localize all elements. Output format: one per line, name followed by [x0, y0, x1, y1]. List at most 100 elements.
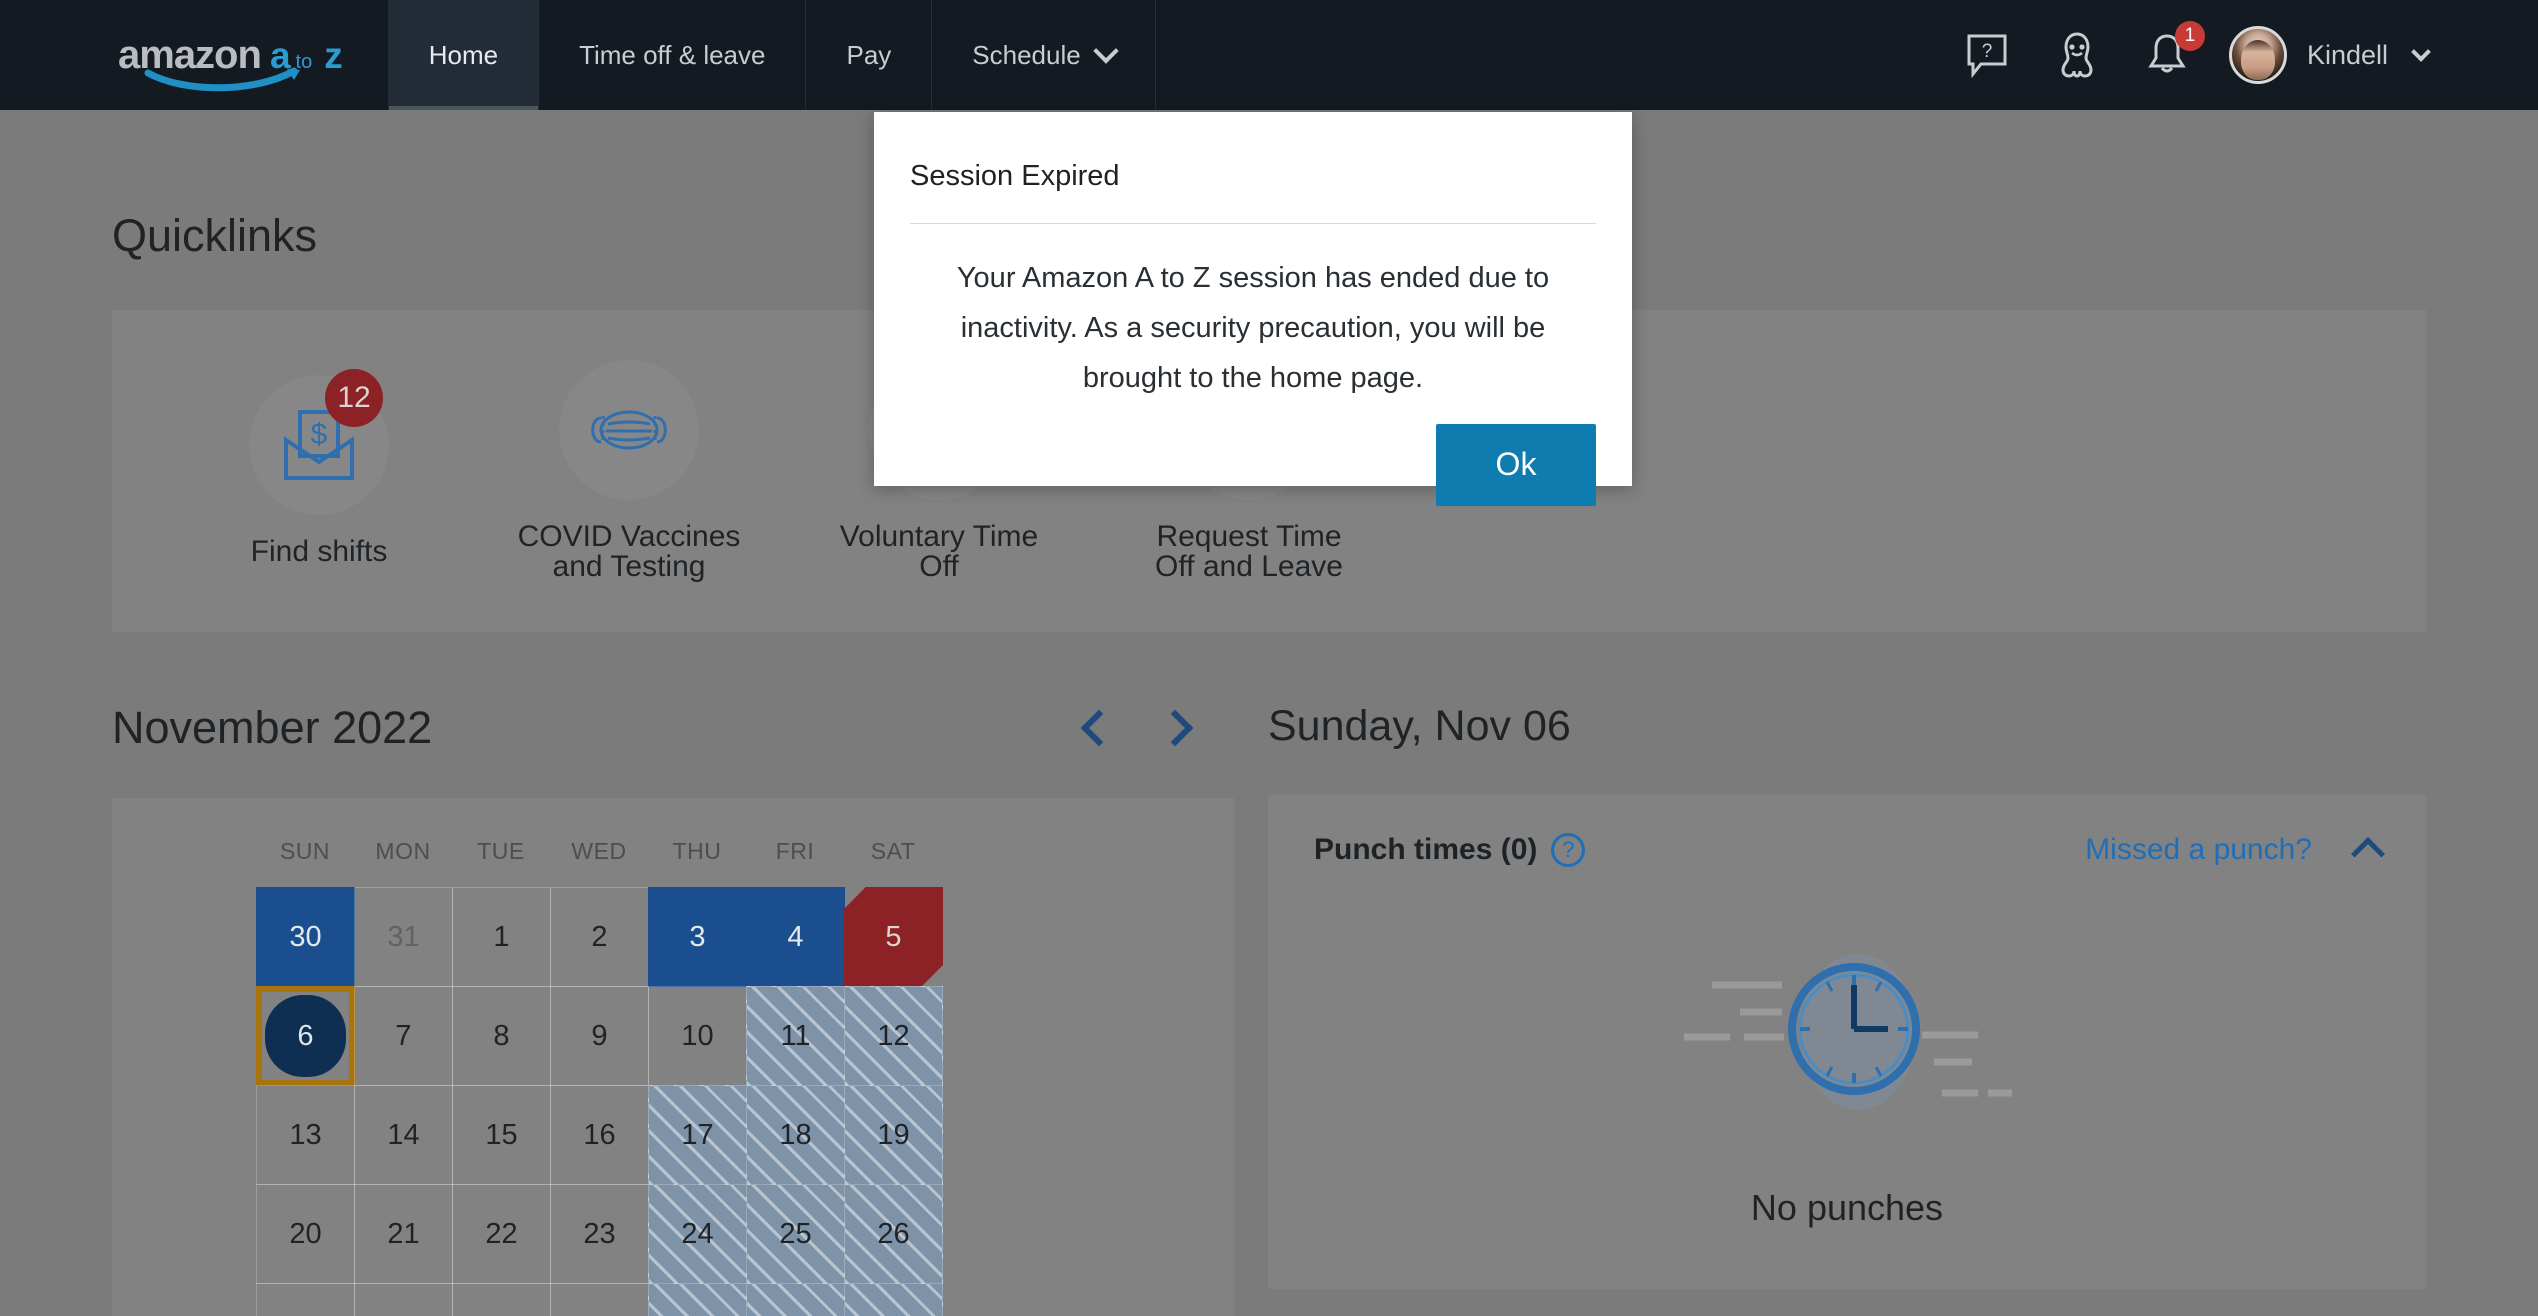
logo-z-text: z — [324, 34, 343, 76]
calendar-day-number: 15 — [485, 1118, 518, 1151]
calendar-day-cell[interactable]: 8 — [452, 986, 551, 1086]
nav-tab-schedule[interactable]: Schedule — [931, 0, 1156, 110]
notifications-bell-icon[interactable]: 1 — [2139, 21, 2205, 83]
calendar-day-number: 18 — [779, 1118, 812, 1151]
calendar-day-number: 14 — [387, 1118, 420, 1151]
top-navbar: amazon a to z Home Time off & leave Pay … — [0, 0, 2538, 110]
missed-a-punch-link[interactable]: Missed a punch? — [2085, 833, 2312, 867]
calendar-day-cell[interactable]: 26 — [844, 1184, 943, 1284]
calendar-day-number: 2 — [591, 920, 608, 953]
chevron-right-icon[interactable] — [1156, 709, 1194, 747]
calendar-week-row: 30 31 1 2 3 4 5 — [112, 887, 1234, 987]
calendar-month-title: November 2022 — [112, 702, 433, 753]
quicklink-covid-label: COVID Vaccines and Testing — [518, 522, 741, 582]
nav-tab-time-off-leave-label: Time off & leave — [579, 39, 766, 70]
calendar-day-cell[interactable]: 25 — [746, 1184, 845, 1284]
calendar-day-cell[interactable]: 9 — [550, 986, 649, 1086]
chevron-down-icon — [1092, 38, 1119, 64]
dow-sat: SAT — [870, 838, 916, 864]
quicklink-vto-label: Voluntary Time Off — [840, 522, 1038, 582]
quicklink-find-shifts-label: Find shifts — [251, 537, 388, 567]
calendar-day-cell[interactable]: 30 — [256, 887, 355, 987]
envelope-dollar-icon: $ 12 — [249, 369, 389, 515]
calendar-day-number: 4 — [787, 920, 804, 953]
calendar-day-cell[interactable]: 6 — [256, 986, 355, 1086]
feedback-icon[interactable]: ? — [1959, 27, 2015, 83]
calendar-day-cell[interactable]: 1 — [452, 887, 551, 987]
dow-sun: SUN — [279, 838, 331, 864]
calendar-day-cell[interactable]: 14 — [354, 1085, 453, 1185]
help-question-icon[interactable]: ? — [1551, 833, 1586, 867]
dow-thu: THU — [672, 838, 722, 864]
user-name-label: Kindell — [2306, 39, 2388, 70]
punch-times-actions: Missed a punch? — [2085, 833, 2385, 871]
chevron-up-icon[interactable] — [2351, 837, 2385, 871]
calendar-dow-row: SUN MON TUE WED THU FRI SAT — [112, 838, 1234, 887]
nav-tab-schedule-label: Schedule — [972, 39, 1081, 70]
nav-tab-pay-label: Pay — [846, 39, 892, 70]
nav-tab-home[interactable]: Home — [387, 0, 540, 110]
calendar-day-number: 17 — [681, 1118, 714, 1151]
lower-section: November 2022 SUN MON TUE WED THU FRI SA… — [112, 702, 2426, 1316]
calendar-day-cell[interactable]: 12 — [844, 986, 943, 1086]
calendar-header: November 2022 — [112, 702, 1234, 754]
calendar-day-cell[interactable]: 2 — [550, 887, 649, 987]
ok-button[interactable]: Ok — [1436, 423, 1596, 506]
dow-tue: TUE — [477, 838, 525, 864]
calendar-day-cell[interactable]: 17 — [648, 1085, 747, 1185]
dow-wed: WED — [571, 838, 627, 864]
calendar-week-row — [112, 1283, 1234, 1316]
calendar-day-number: 5 — [885, 920, 902, 953]
calendar-day-number: 11 — [780, 1019, 811, 1052]
punch-times-header: Punch times (0) ? Missed a punch? — [1314, 833, 2385, 871]
calendar-day-number: 1 — [493, 920, 510, 953]
calendar-nav — [1080, 709, 1234, 747]
calendar-day-cell — [746, 1283, 845, 1316]
quicklink-rto-line1: Request Time — [1156, 520, 1342, 553]
user-menu[interactable]: Kindell — [2228, 26, 2431, 84]
calendar-day-number: 10 — [681, 1019, 714, 1052]
quicklink-find-shifts-line1: Find shifts — [250, 535, 388, 568]
quicklink-rto-label: Request Time Off and Leave — [1155, 522, 1343, 582]
dialog-title: Session Expired — [910, 160, 1120, 192]
calendar-day-cell[interactable]: 21 — [354, 1184, 453, 1284]
calendar-day-cell[interactable]: 10 — [648, 986, 747, 1086]
calendar-day-number: 8 — [493, 1019, 510, 1052]
calendar-day-cell[interactable]: 18 — [746, 1085, 845, 1185]
calendar-day-number: 31 — [387, 920, 420, 953]
nav-tab-pay[interactable]: Pay — [805, 0, 933, 110]
nav-tab-home-label: Home — [428, 39, 499, 70]
calendar-day-cell[interactable]: 15 — [452, 1085, 551, 1185]
face-mask-icon — [559, 360, 699, 500]
notification-count-badge: 1 — [2174, 21, 2205, 51]
nav-tab-time-off-leave[interactable]: Time off & leave — [538, 0, 807, 110]
calendar-day-cell[interactable]: 13 — [256, 1085, 355, 1185]
calendar-day-cell[interactable]: 20 — [256, 1184, 355, 1284]
calendar-day-number: 24 — [681, 1217, 714, 1250]
calendar-day-cell[interactable]: 19 — [844, 1085, 943, 1185]
calendar-day-cell[interactable]: 24 — [648, 1184, 747, 1284]
primary-nav-tabs: Home Time off & leave Pay Schedule — [387, 0, 1156, 110]
quicklink-covid-vaccines-and-testing[interactable]: COVID Vaccines and Testing — [474, 360, 784, 582]
calendar-day-cell[interactable]: 4 — [746, 887, 845, 987]
calendar-day-number: 3 — [689, 920, 706, 953]
no-punches-label: No punches — [1750, 1187, 1944, 1228]
calendar-day-number: 22 — [485, 1217, 518, 1250]
calendar-day-cell[interactable]: 7 — [354, 986, 453, 1086]
quicklink-find-shifts[interactable]: $ 12 Find shifts — [164, 369, 474, 567]
amazon-atoz-logo[interactable]: amazon a to z — [0, 0, 389, 110]
calendar-day-cell[interactable]: 5 — [844, 887, 943, 987]
calendar-day-cell[interactable]: 3 — [648, 887, 747, 987]
chevron-left-icon[interactable] — [1080, 709, 1118, 747]
punch-times-title: Punch times (0) — [1314, 833, 1538, 866]
dialog-actions: Ok — [874, 404, 1632, 506]
calendar-day-cell[interactable]: 16 — [550, 1085, 649, 1185]
calendar-day-number: 7 — [395, 1019, 412, 1052]
calendar-day-cell[interactable]: 23 — [550, 1184, 649, 1284]
punch-times-empty-state: No punches — [1314, 907, 2380, 1229]
calendar-day-cell[interactable]: 31 — [354, 887, 453, 987]
peccy-mascot-icon[interactable] — [2049, 27, 2105, 83]
calendar-day-cell[interactable]: 11 — [746, 986, 845, 1086]
calendar-day-cell — [844, 1283, 943, 1316]
calendar-day-cell[interactable]: 22 — [452, 1184, 551, 1284]
